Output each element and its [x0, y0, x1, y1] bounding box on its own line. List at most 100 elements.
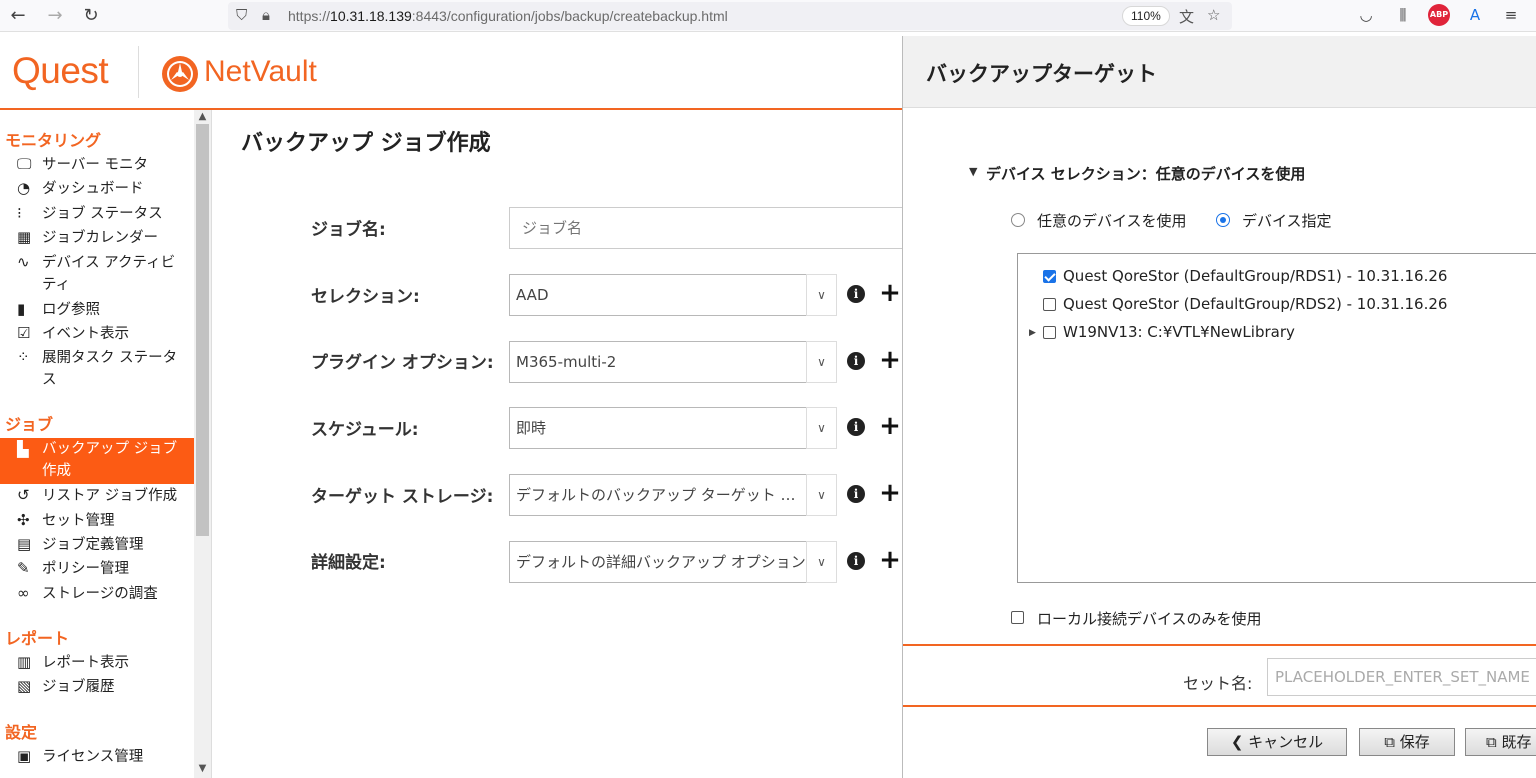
add-target-storage-button[interactable]: +: [879, 480, 901, 506]
back-arrow-icon[interactable]: ←: [6, 4, 30, 28]
sidebar-section-reports: レポート: [5, 629, 70, 648]
forward-arrow-icon[interactable]: →: [43, 4, 67, 28]
sidebar-item-create-backup-job[interactable]: ▙ バックアップ ジョブ作成: [0, 438, 194, 484]
pocket-icon[interactable]: ◡: [1355, 4, 1377, 26]
sidebar-item-job-status[interactable]: ⁝ ジョブ ステータス: [0, 203, 194, 225]
chevron-down-icon[interactable]: ∨: [806, 407, 837, 449]
binoculars-icon: ∞: [17, 584, 30, 602]
radio-any-device-label[interactable]: 任意のデバイスを使用: [1037, 210, 1187, 231]
translate-icon[interactable]: 文: [1179, 6, 1194, 27]
sidebar-item-dashboard[interactable]: ◔ ダッシュボード: [0, 178, 194, 200]
sidebar-item-deploy-task-status[interactable]: ⁘ 展開タスク ステータス: [0, 347, 194, 391]
advanced-options-select[interactable]: デフォルトの詳細バックアップ オプション: [509, 541, 807, 583]
sidebar-item-job-history[interactable]: ▧ ジョブ履歴: [0, 676, 194, 698]
chevron-down-icon[interactable]: ∨: [806, 341, 837, 383]
library-icon[interactable]: ⫼: [1392, 4, 1414, 26]
sidebar-item-explore-storage[interactable]: ∞ ストレージの調査: [0, 583, 194, 605]
sidebar-item-job-calendar[interactable]: ▦ ジョブカレンダー: [0, 227, 194, 249]
expand-triangle-icon[interactable]: ▶: [1029, 328, 1036, 338]
selection-select[interactable]: AAD: [509, 274, 807, 316]
device-label[interactable]: Quest QoreStor (DefaultGroup/RDS1) - 10.…: [1063, 267, 1447, 285]
sidebar-item-license-management[interactable]: ▣ ライセンス管理: [0, 746, 194, 768]
browser-toolbar: ← → ↻ ⛉ 🔒︎ https://10.31.18.139:8443/con…: [0, 0, 1536, 32]
cancel-button[interactable]: ❮ キャンセル: [1207, 728, 1347, 756]
plugin-options-select[interactable]: M365-multi-2: [509, 341, 807, 383]
bookmark-star-icon[interactable]: ☆: [1207, 6, 1220, 24]
device-selection-title[interactable]: デバイス セレクション：任意のデバイスを使用: [986, 163, 1305, 184]
zoom-badge[interactable]: 110%: [1122, 6, 1170, 26]
set-name-input[interactable]: PLACEHOLDER_ENTER_SET_NAME: [1267, 658, 1536, 696]
copy-icon: ⧉: [1384, 733, 1395, 751]
info-icon[interactable]: i: [847, 552, 865, 570]
url-text[interactable]: https://10.31.18.139:8443/configuration/…: [288, 8, 728, 24]
puzzle-icon: ✣: [17, 511, 30, 529]
add-schedule-button[interactable]: +: [879, 413, 901, 439]
monitor-icon: 🖵: [17, 155, 32, 173]
sidebar-item-device-activity[interactable]: ∿ デバイス アクティビティ: [0, 252, 194, 296]
local-only-checkbox[interactable]: [1011, 611, 1024, 624]
save-button[interactable]: ⧉ 保存: [1359, 728, 1455, 756]
chevron-down-icon[interactable]: ∨: [806, 274, 837, 316]
report-icon: ▥: [17, 653, 32, 671]
logo-divider: [138, 46, 139, 98]
info-icon[interactable]: i: [847, 418, 865, 436]
add-selection-button[interactable]: +: [879, 280, 901, 306]
app-header: Quest NetVault: [0, 36, 903, 110]
scroll-down-icon[interactable]: ▼: [194, 762, 211, 776]
panel-divider: [903, 644, 1536, 646]
collapse-triangle-icon[interactable]: ▼: [969, 165, 977, 178]
menu-icon[interactable]: ≡: [1500, 4, 1522, 26]
lock-icon[interactable]: 🔒︎: [262, 6, 270, 24]
device-checkbox[interactable]: [1043, 326, 1056, 339]
chevron-down-icon[interactable]: ∨: [806, 474, 837, 516]
info-icon[interactable]: i: [847, 352, 865, 370]
history-icon: ▧: [17, 677, 32, 695]
translate-extension-icon[interactable]: A: [1464, 4, 1486, 26]
radio-any-device[interactable]: [1011, 213, 1025, 227]
address-bar[interactable]: ⛉ 🔒︎ https://10.31.18.139:8443/configura…: [228, 2, 1232, 30]
schedule-label: スケジュール:: [311, 420, 419, 440]
radio-specify-device[interactable]: [1216, 213, 1230, 227]
existing-button[interactable]: ⧉ 既存: [1465, 728, 1536, 756]
sidebar-item-policy-management[interactable]: ✎ ポリシー管理: [0, 558, 194, 580]
sidebar-scrollbar-thumb[interactable]: [196, 124, 209, 536]
activity-icon: ∿: [17, 253, 30, 271]
device-label[interactable]: Quest QoreStor (DefaultGroup/RDS2) - 10.…: [1063, 295, 1447, 313]
sidebar-item-event-view[interactable]: ☑ イベント表示: [0, 323, 194, 345]
add-plugin-options-button[interactable]: +: [879, 347, 901, 373]
reload-icon[interactable]: ↻: [79, 4, 103, 28]
device-checkbox[interactable]: [1043, 298, 1056, 311]
shield-icon[interactable]: ⛉: [236, 6, 247, 24]
sidebar-section-monitoring: モニタリング: [5, 131, 102, 150]
adblock-icon[interactable]: ABP: [1428, 4, 1450, 26]
sidebar-item-server-monitor[interactable]: 🖵 サーバー モニタ: [0, 154, 194, 176]
sidebar-section-jobs: ジョブ: [5, 415, 54, 434]
gauge-icon: ◔: [17, 179, 31, 197]
backup-target-panel: バックアップターゲット ▼ デバイス セレクション：任意のデバイスを使用 任意の…: [902, 36, 1536, 778]
radio-specify-device-label[interactable]: デバイス指定: [1242, 210, 1332, 231]
device-label[interactable]: W19NV13: C:¥VTL¥NewLibrary: [1063, 323, 1295, 341]
sidebar-item-set-management[interactable]: ✣ セット管理: [0, 510, 194, 532]
netvault-logo-text: NetVault: [204, 55, 317, 88]
scroll-up-icon[interactable]: ▲: [194, 110, 211, 124]
event-icon: ☑: [17, 324, 31, 342]
device-list: Quest QoreStor (DefaultGroup/RDS1) - 10.…: [1017, 253, 1536, 583]
sidebar-item-job-definitions[interactable]: ▤ ジョブ定義管理: [0, 534, 194, 556]
panel-title: バックアップターゲット: [926, 62, 1157, 86]
sidebar-item-create-restore-job[interactable]: ↺ リストア ジョブ作成: [0, 485, 194, 507]
target-storage-label: ターゲット ストレージ:: [311, 487, 494, 507]
copy-icon: ⧉: [1486, 733, 1497, 751]
add-advanced-options-button[interactable]: +: [879, 547, 901, 573]
info-icon[interactable]: i: [847, 485, 865, 503]
local-only-label[interactable]: ローカル接続デバイスのみを使用: [1037, 608, 1262, 629]
sidebar-item-log-view[interactable]: ▮ ログ参照: [0, 299, 194, 321]
chevron-down-icon[interactable]: ∨: [806, 541, 837, 583]
device-checkbox[interactable]: [1043, 270, 1056, 283]
page-title: バックアップ ジョブ作成: [241, 131, 491, 156]
target-storage-select[interactable]: デフォルトのバックアップ ターゲット オプション: [509, 474, 807, 516]
job-name-input[interactable]: [509, 207, 904, 249]
sidebar-item-view-reports[interactable]: ▥ レポート表示: [0, 652, 194, 674]
backup-icon: ▙: [17, 440, 29, 458]
info-icon[interactable]: i: [847, 285, 865, 303]
schedule-select[interactable]: 即時: [509, 407, 807, 449]
